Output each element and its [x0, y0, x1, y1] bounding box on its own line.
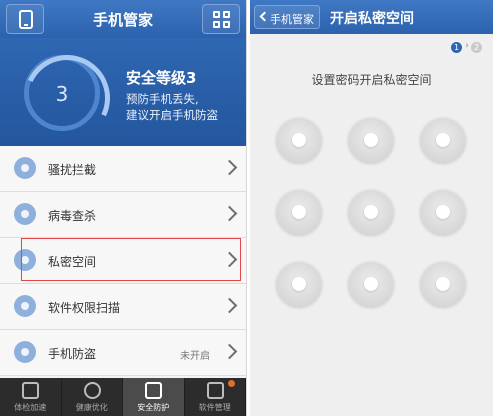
- back-button-label: 手机管家: [270, 13, 314, 26]
- menu-item-label: 私密空间: [48, 255, 97, 269]
- header-bar: 手机管家: [0, 0, 246, 38]
- bottom-tab-bar: 体检加速 健康优化 安全防护 软件管理: [0, 378, 246, 416]
- security-advice-line-2: 建议开启手机防盗: [126, 108, 218, 122]
- pattern-dot[interactable]: [419, 116, 467, 164]
- chevron-right-icon: [221, 205, 238, 222]
- tab-security-protection[interactable]: 安全防护: [123, 378, 185, 416]
- menu-item-virus-scan[interactable]: 病毒查杀: [0, 192, 246, 238]
- chevron-right-icon: [221, 343, 238, 360]
- header-bar: 手机管家 开启私密空间: [250, 0, 493, 34]
- password-prompt: 设置密码开启私密空间: [311, 73, 432, 87]
- step-separator: ›: [465, 41, 469, 51]
- security-advice-line-1: 预防手机丢失,: [126, 92, 199, 106]
- lock-icon: [14, 341, 36, 363]
- notification-badge: [228, 380, 235, 387]
- chevron-right-icon: [221, 297, 238, 314]
- chevron-left-icon: [259, 11, 270, 22]
- private-space-setup-screen: 手机管家 开启私密空间 1 › 2 设置密码开启私密空间: [250, 0, 493, 416]
- step-next: 2: [471, 42, 482, 53]
- step-current: 1: [451, 42, 462, 53]
- security-score-ring: 3: [24, 55, 100, 131]
- security-screen: 手机管家 3 安全等级3 预防手机丢失, 建议开启手机防盗 骚扰拦截 病毒查杀: [0, 0, 247, 416]
- tab-label: 体检加速: [14, 403, 47, 412]
- apps-grid-icon[interactable]: [202, 4, 240, 34]
- phone-block-icon: [14, 157, 36, 179]
- pattern-dot[interactable]: [275, 116, 323, 164]
- page-title: 开启私密空间: [330, 11, 414, 27]
- bag-icon: [206, 382, 224, 399]
- security-panel: 3 安全等级3 预防手机丢失, 建议开启手机防盗: [0, 38, 246, 146]
- chevron-right-icon: [221, 251, 238, 268]
- pattern-dot[interactable]: [275, 188, 323, 236]
- pattern-dot[interactable]: [347, 188, 395, 236]
- tab-checkup-speed[interactable]: 体检加速: [0, 378, 62, 416]
- menu-item-label: 骚扰拦截: [48, 163, 97, 177]
- pattern-dot[interactable]: [275, 260, 323, 308]
- menu-item-permission-scan[interactable]: 软件权限扫描: [0, 284, 246, 330]
- security-score: 3: [55, 82, 69, 106]
- tab-label: 健康优化: [75, 403, 108, 412]
- permission-scan-icon: [14, 295, 36, 317]
- magnifier-icon: [22, 382, 39, 399]
- private-space-icon: [14, 249, 36, 271]
- shield-icon: [145, 382, 162, 399]
- back-button[interactable]: 手机管家: [254, 5, 320, 29]
- menu-item-label: 软件权限扫描: [48, 301, 121, 315]
- feature-list: 骚扰拦截 病毒查杀 私密空间 软件权限扫描 手机防盗 未开启: [0, 146, 246, 376]
- security-level-title: 安全等级3: [126, 69, 197, 87]
- anti-theft-status: 未开启: [180, 351, 210, 362]
- menu-item-label: 病毒查杀: [48, 209, 97, 223]
- menu-item-label: 手机防盗: [48, 347, 97, 361]
- tab-health-optimize[interactable]: 健康优化: [62, 378, 123, 416]
- chevron-right-icon: [221, 159, 238, 176]
- pattern-dot[interactable]: [419, 188, 467, 236]
- pattern-dot[interactable]: [419, 260, 467, 308]
- pattern-dot[interactable]: [347, 116, 395, 164]
- menu-item-harassment-block[interactable]: 骚扰拦截: [0, 146, 246, 192]
- menu-item-private-space[interactable]: 私密空间: [0, 238, 246, 284]
- pattern-dot[interactable]: [347, 260, 395, 308]
- checkmark-icon: [83, 382, 101, 399]
- tab-label: 安全防护: [137, 403, 170, 412]
- tab-software-management[interactable]: 软件管理: [185, 378, 246, 416]
- shield-icon: [14, 203, 36, 225]
- menu-item-anti-theft[interactable]: 手机防盗 未开启: [0, 330, 246, 376]
- tab-label: 软件管理: [198, 403, 231, 412]
